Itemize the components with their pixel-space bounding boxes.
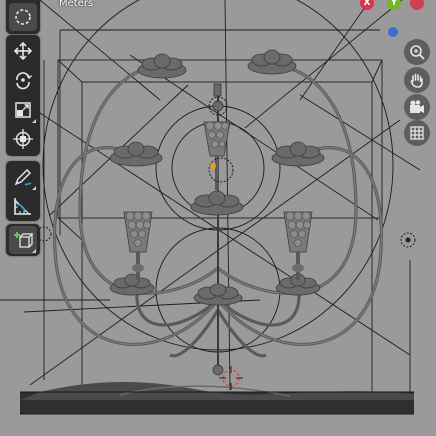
origin-point: [210, 163, 216, 169]
toolbar-select-group: [6, 0, 40, 34]
toolbar-transform-group: [6, 35, 40, 156]
annotate-tool[interactable]: [9, 163, 37, 191]
add-cube-tool[interactable]: [9, 226, 37, 254]
gizmo-y-axis[interactable]: Y: [387, 0, 401, 10]
3d-viewport[interactable]: Meters X Y: [0, 0, 436, 436]
base-platform: [20, 381, 414, 415]
grid-view-button[interactable]: [404, 120, 430, 146]
ruler-icon: [14, 198, 31, 215]
camera-icon: [410, 100, 424, 113]
scale-tool[interactable]: [9, 96, 37, 124]
add-cube-icon: [14, 232, 34, 248]
rotate-icon: [16, 72, 32, 90]
transform-icon: [13, 129, 33, 149]
select-tool[interactable]: [9, 3, 37, 31]
move-arrows-icon: [13, 41, 33, 61]
pencil-icon: [14, 168, 32, 186]
hand-pan-icon: [410, 73, 423, 88]
toolbar-add-group: [6, 224, 40, 256]
select-circle-icon: [15, 9, 31, 25]
transform-tool[interactable]: [9, 125, 37, 153]
camera-button[interactable]: [404, 94, 430, 120]
chandelier-scene: [0, 0, 421, 415]
toolbar-annotate-group: [6, 161, 40, 221]
measure-tool[interactable]: [9, 192, 37, 220]
zoom-button[interactable]: [404, 39, 430, 65]
gizmo-x-axis[interactable]: X: [360, 0, 374, 10]
units-label: Meters: [59, 0, 94, 9]
pan-button[interactable]: [404, 67, 430, 93]
grid-icon: [410, 126, 424, 140]
rotate-tool[interactable]: [9, 66, 37, 94]
move-tool[interactable]: [9, 37, 37, 65]
orientation-gizmo[interactable]: X Y: [356, 0, 424, 42]
zoom-icon: [410, 45, 425, 60]
scale-icon: [15, 102, 31, 118]
gizmo-z-axis[interactable]: [388, 27, 398, 37]
